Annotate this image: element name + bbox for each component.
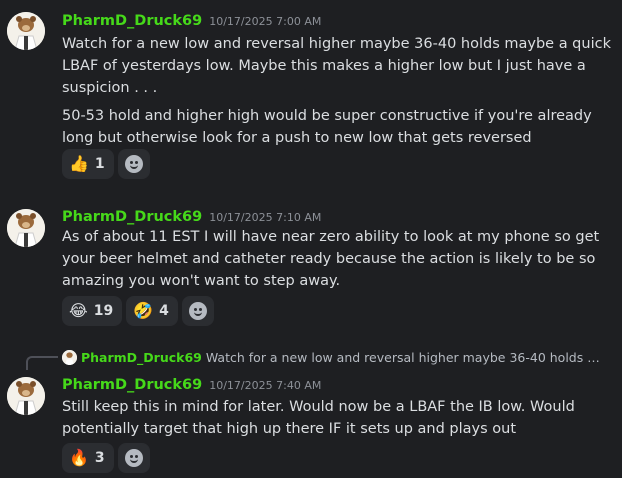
message-header: PharmD_Druck69 10/17/2025 7:10 AM: [62, 206, 321, 225]
reaction-count: 3: [94, 450, 105, 466]
reaction-count: 19: [93, 303, 114, 319]
add-reaction-button[interactable]: [117, 443, 150, 473]
message-content: As of about 11 EST I will have near zero…: [62, 226, 612, 292]
reaction-count: 4: [159, 303, 169, 319]
message-paragraph: Watch for a new low and reversal higher …: [62, 36, 611, 96]
message-paragraph: Still keep this in mind for later. Would…: [62, 399, 575, 437]
timestamp: 10/17/2025 7:00 AM: [209, 15, 322, 28]
message-header: PharmD_Druck69 10/17/2025 7:00 AM: [62, 10, 321, 29]
reaction-tears-of-joy[interactable]: 😂 19: [62, 296, 123, 326]
add-reaction-icon: [124, 449, 143, 467]
reply-avatar: [62, 350, 77, 365]
message-content: Still keep this in mind for later. Would…: [62, 396, 612, 440]
add-reaction-icon: [124, 155, 143, 173]
reaction-count: 1: [94, 156, 105, 172]
thumbs-up-icon: 👍: [69, 154, 89, 173]
reaction-rofl[interactable]: 🤣 4: [126, 296, 178, 326]
reactions-bar: 🔥 3: [62, 443, 150, 473]
message-header: PharmD_Druck69 10/17/2025 7:40 AM: [62, 374, 321, 393]
reactions-bar: 👍 1: [62, 149, 150, 179]
add-reaction-button[interactable]: [181, 296, 214, 326]
message-paragraph: As of about 11 EST I will have near zero…: [62, 229, 600, 289]
timestamp: 10/17/2025 7:40 AM: [209, 379, 322, 392]
avatar[interactable]: [7, 12, 45, 50]
avatar[interactable]: [7, 377, 45, 415]
add-reaction-button[interactable]: [117, 149, 150, 179]
timestamp: 10/17/2025 7:10 AM: [209, 211, 322, 224]
tears-of-joy-icon: 😂: [69, 301, 88, 320]
avatar[interactable]: [7, 209, 45, 247]
fire-icon: 🔥: [69, 448, 89, 467]
username[interactable]: PharmD_Druck69: [62, 377, 202, 393]
reply-preview[interactable]: Watch for a new low and reversal higher …: [206, 350, 602, 365]
reply-connector: [26, 356, 58, 370]
username[interactable]: PharmD_Druck69: [62, 13, 202, 29]
reaction-thumbs-up[interactable]: 👍 1: [62, 149, 114, 179]
reaction-fire[interactable]: 🔥 3: [62, 443, 114, 473]
add-reaction-icon: [188, 302, 207, 320]
rofl-icon: 🤣: [133, 301, 154, 320]
reply-username[interactable]: PharmD_Druck69: [81, 350, 202, 365]
username[interactable]: PharmD_Druck69: [62, 209, 202, 225]
reactions-bar: 😂 19 🤣 4: [62, 296, 214, 326]
message-paragraph: 50-53 hold and higher high would be supe…: [62, 108, 592, 146]
message-content: Watch for a new low and reversal higher …: [62, 33, 612, 149]
reply-reference[interactable]: PharmD_Druck69 Watch for a new low and r…: [62, 350, 602, 365]
